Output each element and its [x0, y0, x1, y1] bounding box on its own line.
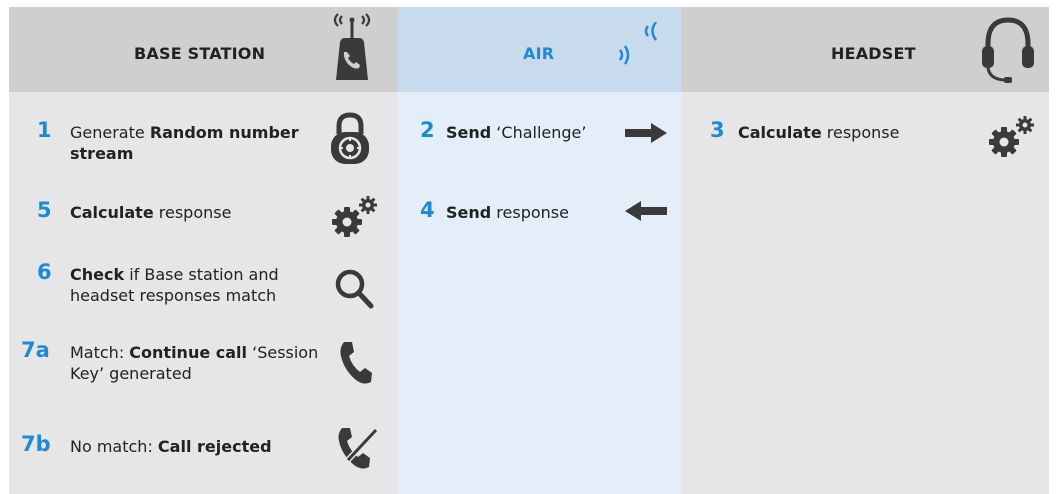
step-1-text: Generate Random number stream [70, 123, 299, 163]
step-1-number: 1 [37, 118, 52, 142]
phone-rejected-icon [336, 424, 380, 472]
step-7a-number: 7a [21, 338, 50, 362]
step-5-number: 5 [37, 198, 52, 222]
step-5-text: Calculate response [70, 203, 232, 222]
padlock-icon [329, 112, 371, 166]
step-2-number: 2 [420, 118, 435, 142]
step-7b-number: 7b [21, 432, 51, 456]
arrow-left-icon [625, 201, 667, 221]
step-3-number: 3 [710, 118, 725, 142]
step-6-number: 6 [37, 260, 52, 284]
step-2-text: Send ‘Challenge’ [446, 123, 587, 142]
wireless-signal-icon [614, 22, 658, 70]
step-4-text: Send response [446, 203, 569, 222]
gears-icon [331, 194, 381, 238]
step-4-number: 4 [420, 198, 435, 222]
phone-handset-icon [338, 340, 374, 386]
step-7b-text: No match: Call rejected [70, 437, 272, 456]
air-title: AIR [523, 44, 555, 63]
base-station-phone-icon [330, 12, 374, 82]
step-7a-text: Match: Continue call ‘Session Key’ gener… [70, 343, 319, 383]
step-3-text: Calculate response [738, 123, 900, 142]
headset-title: HEADSET [831, 44, 916, 63]
headset-icon [980, 14, 1036, 86]
step-6-text: Check if Base station and headset respon… [70, 265, 279, 305]
magnifier-icon [334, 268, 374, 310]
base-station-title: BASE STATION [134, 44, 266, 63]
gears-icon [988, 114, 1038, 158]
arrow-right-icon [625, 123, 667, 143]
